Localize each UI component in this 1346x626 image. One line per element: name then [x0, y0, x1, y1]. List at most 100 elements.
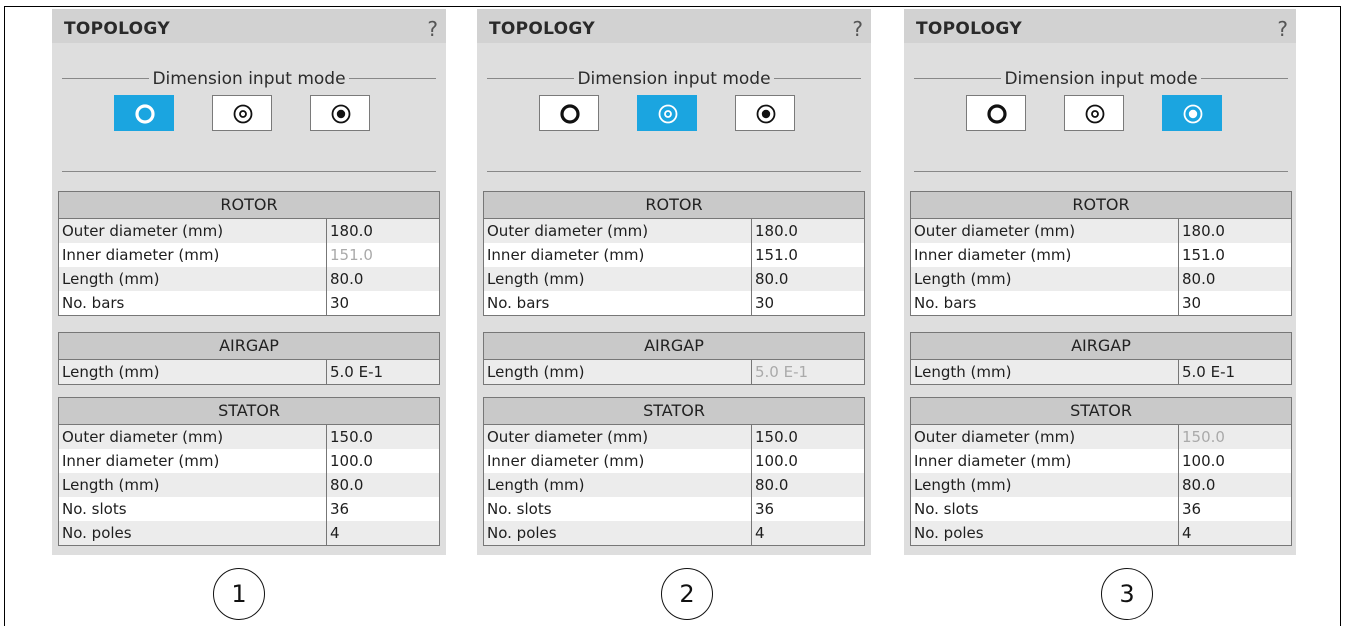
field-label: Length (mm)	[59, 267, 327, 291]
field-value-input[interactable]: 80.0	[752, 473, 864, 497]
stator-row: Length (mm) 80.0	[59, 473, 439, 497]
field-value-input[interactable]: 100.0	[327, 449, 439, 473]
field-value-input[interactable]: 80.0	[1179, 267, 1291, 291]
field-value-input[interactable]: 151.0	[752, 243, 864, 267]
field-value-input[interactable]: 150.0	[1179, 425, 1291, 449]
field-label: Inner diameter (mm)	[484, 449, 752, 473]
field-value-input[interactable]: 4	[327, 521, 439, 545]
panel-title: TOPOLOGY	[916, 19, 1022, 39]
mode-button-outer[interactable]	[966, 95, 1026, 131]
field-value-input[interactable]: 30	[1179, 291, 1291, 315]
field-value-input[interactable]: 150.0	[752, 425, 864, 449]
field-value-input[interactable]: 30	[327, 291, 439, 315]
panel-number-3: 3	[1101, 568, 1153, 620]
stator-row: No. slots 36	[484, 497, 864, 521]
mode-button-outer[interactable]	[114, 95, 174, 131]
help-icon[interactable]: ?	[427, 17, 438, 41]
field-label: No. slots	[484, 497, 752, 521]
field-value-input[interactable]: 80.0	[327, 473, 439, 497]
mode-button-outer[interactable]	[539, 95, 599, 131]
field-label: Inner diameter (mm)	[911, 449, 1179, 473]
stator-row: No. poles 4	[484, 521, 864, 545]
stator-row: Inner diameter (mm) 100.0	[911, 449, 1291, 473]
mode-button-mid[interactable]	[1064, 95, 1124, 131]
ring-outer-icon	[987, 104, 1007, 124]
stator-section: STATOR Outer diameter (mm) 150.0 Inner dia…	[58, 397, 440, 546]
separator	[914, 171, 1288, 172]
field-value-input[interactable]: 151.0	[327, 243, 439, 267]
figure-frame-top	[4, 6, 1341, 7]
rotor-row: No. bars 30	[484, 291, 864, 315]
field-label: Length (mm)	[911, 360, 1179, 384]
field-value-input[interactable]: 80.0	[752, 267, 864, 291]
mode-button-mid[interactable]	[637, 95, 697, 131]
field-value-input[interactable]: 36	[752, 497, 864, 521]
field-value-input[interactable]: 80.0	[1179, 473, 1291, 497]
field-value-input[interactable]: 30	[752, 291, 864, 315]
field-value-input[interactable]: 150.0	[327, 425, 439, 449]
field-label: Length (mm)	[484, 267, 752, 291]
panel-title: TOPOLOGY	[64, 19, 170, 39]
rotor-header: ROTOR	[911, 192, 1291, 219]
field-label: Outer diameter (mm)	[911, 219, 1179, 243]
rotor-row: No. bars 30	[59, 291, 439, 315]
stator-row: Outer diameter (mm) 150.0	[484, 425, 864, 449]
stator-row: No. poles 4	[911, 521, 1291, 545]
mode-button-mid[interactable]	[212, 95, 272, 131]
topology-panel: TOPOLOGY ? Dimension input mode ROTOR Ou…	[477, 9, 871, 555]
topology-panel: TOPOLOGY ? Dimension input mode ROTOR Ou…	[904, 9, 1296, 555]
field-value-input[interactable]: 5.0 E-1	[1179, 360, 1291, 384]
field-label: Outer diameter (mm)	[59, 425, 327, 449]
stator-row: Outer diameter (mm) 150.0	[59, 425, 439, 449]
field-value-input[interactable]: 5.0 E-1	[327, 360, 439, 384]
rotor-row: Inner diameter (mm) 151.0	[911, 243, 1291, 267]
field-label: No. bars	[911, 291, 1179, 315]
stator-row: No. slots 36	[59, 497, 439, 521]
mode-group-label: Dimension input mode	[912, 69, 1290, 89]
rotor-section: ROTOR Outer diameter (mm) 180.0 Inner diam…	[483, 191, 865, 316]
ring-outer-icon	[560, 104, 580, 124]
field-label: No. slots	[59, 497, 327, 521]
help-icon[interactable]: ?	[1277, 17, 1288, 41]
field-label: No. poles	[911, 521, 1179, 545]
ring-filled-icon	[756, 104, 776, 124]
field-value-input[interactable]: 180.0	[327, 219, 439, 243]
stator-header: STATOR	[59, 398, 439, 425]
field-label: Length (mm)	[59, 360, 327, 384]
field-value-input[interactable]: 80.0	[327, 267, 439, 291]
rotor-row: Length (mm) 80.0	[911, 267, 1291, 291]
field-value-input[interactable]: 180.0	[1179, 219, 1291, 243]
panel-number-1: 1	[213, 568, 265, 620]
panel-title: TOPOLOGY	[489, 19, 595, 39]
help-icon[interactable]: ?	[852, 17, 863, 41]
field-label: No. poles	[59, 521, 327, 545]
field-value-input[interactable]: 4	[752, 521, 864, 545]
field-label: No. poles	[484, 521, 752, 545]
field-value-input[interactable]: 151.0	[1179, 243, 1291, 267]
ring-filled-icon	[331, 104, 351, 124]
topology-panel: TOPOLOGY ? Dimension input mode ROTOR Ou…	[52, 9, 446, 555]
rotor-header: ROTOR	[59, 192, 439, 219]
field-value-input[interactable]: 100.0	[1179, 449, 1291, 473]
field-value-input[interactable]: 4	[1179, 521, 1291, 545]
airgap-section: AIRGAP Length (mm) 5.0 E-1	[58, 332, 440, 385]
field-label: No. slots	[911, 497, 1179, 521]
field-value-input[interactable]: 36	[327, 497, 439, 521]
stator-row: Inner diameter (mm) 100.0	[484, 449, 864, 473]
mode-button-inner[interactable]	[1162, 95, 1222, 131]
field-label: Outer diameter (mm)	[911, 425, 1179, 449]
airgap-header: AIRGAP	[59, 333, 439, 360]
field-value-input[interactable]: 180.0	[752, 219, 864, 243]
mode-group-label: Dimension input mode	[485, 69, 863, 89]
field-value-input[interactable]: 5.0 E-1	[752, 360, 864, 384]
rotor-row: Outer diameter (mm) 180.0	[484, 219, 864, 243]
field-value-input[interactable]: 100.0	[752, 449, 864, 473]
mode-button-inner[interactable]	[310, 95, 370, 131]
rotor-header: ROTOR	[484, 192, 864, 219]
field-label: Inner diameter (mm)	[59, 243, 327, 267]
separator	[487, 171, 861, 172]
mode-button-inner[interactable]	[735, 95, 795, 131]
rotor-row: Inner diameter (mm) 151.0	[484, 243, 864, 267]
stator-row: Outer diameter (mm) 150.0	[911, 425, 1291, 449]
field-value-input[interactable]: 36	[1179, 497, 1291, 521]
